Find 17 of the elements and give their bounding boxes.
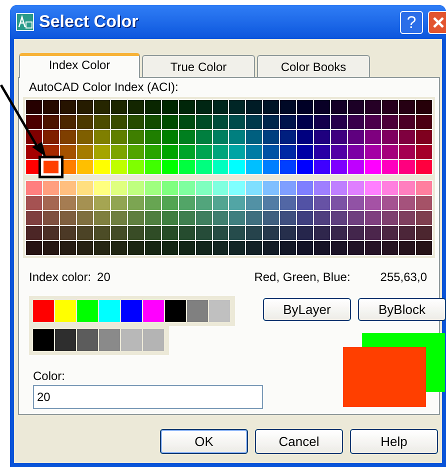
tab[interactable]: Index Color [19, 53, 140, 78]
window-title: Select Color [39, 11, 138, 34]
color-input-field[interactable]: 20 [33, 385, 263, 409]
tab[interactable]: Color Books [257, 55, 370, 77]
index-color-value: 20 [97, 269, 110, 286]
color-label: Color: [33, 368, 66, 385]
index-color-label: Index color: [29, 269, 92, 286]
dialog-button[interactable]: Help [350, 429, 438, 454]
help-button[interactable]: ? [400, 10, 423, 34]
by-button[interactable]: ByLayer [263, 298, 351, 321]
dialog-button[interactable]: Cancel [255, 429, 343, 454]
tab[interactable]: True Color [142, 55, 255, 77]
rgb-value: 255,63,0 [380, 269, 427, 286]
by-button[interactable]: ByBlock [358, 298, 446, 321]
dialog-button[interactable]: OK [160, 429, 248, 454]
rgb-label: Red, Green, Blue: [254, 269, 350, 286]
aci-label: AutoCAD Color Index (ACI): [29, 80, 180, 95]
